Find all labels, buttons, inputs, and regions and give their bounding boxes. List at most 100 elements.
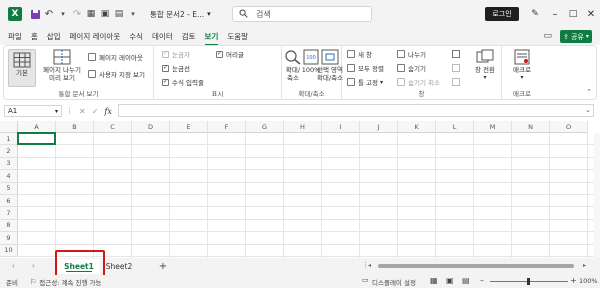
column-header-c[interactable]: C <box>94 121 132 133</box>
quick-access-icon-3[interactable]: ▤ <box>112 5 126 23</box>
formula-bar-checkbox[interactable]: ✓ 수식 입력줄 <box>162 77 204 87</box>
page-layout-status-icon[interactable]: ▣ <box>446 276 454 285</box>
hscroll-left-icon[interactable]: ◂ <box>368 262 371 269</box>
column-header-j[interactable]: J <box>360 121 398 133</box>
row-header-8[interactable]: 8 <box>0 219 18 233</box>
name-box[interactable]: A1 ▾ <box>4 105 62 117</box>
page-break-status-icon[interactable]: ▤ <box>462 276 470 285</box>
save-icon[interactable] <box>28 5 42 23</box>
tab-data[interactable]: 데이터 <box>152 31 173 42</box>
switch-windows-button[interactable]: 창 전환 ▾ <box>470 49 500 82</box>
sheet-tab-sheet2[interactable]: Sheet2 <box>102 259 136 274</box>
tab-insert[interactable]: 삽입 <box>47 31 61 42</box>
hscroll-right-icon[interactable]: ▸ <box>583 262 586 269</box>
page-layout-button[interactable]: 페이지 레이아웃 <box>88 52 143 62</box>
formula-input[interactable] <box>118 104 594 117</box>
tab-home[interactable]: 홈 <box>31 31 38 42</box>
column-header-e[interactable]: E <box>170 121 208 133</box>
vertical-scrollbar[interactable] <box>594 133 600 258</box>
freeze-panes-button[interactable]: 틀 고정 ▾ <box>347 77 383 87</box>
add-sheet-button[interactable]: + <box>156 259 170 274</box>
row-header-9[interactable]: 9 <box>0 232 18 245</box>
column-header-f[interactable]: F <box>208 121 246 133</box>
sync-scroll-icon[interactable] <box>452 64 460 72</box>
custom-views-button[interactable]: 사용자 지정 보기 <box>88 69 145 79</box>
collapse-ribbon-icon[interactable]: ⌃ <box>586 88 592 96</box>
gridlines-checkbox[interactable]: ✓ 눈금선 <box>162 63 190 73</box>
row-header-1[interactable]: 1 <box>0 133 18 146</box>
comment-icon[interactable]: ▭ <box>543 31 552 41</box>
tab-page-layout[interactable]: 페이지 레이아웃 <box>70 31 121 42</box>
row-header-2[interactable]: 2 <box>0 145 18 158</box>
macros-button[interactable]: 매크로 ▾ <box>508 49 536 82</box>
enter-icon[interactable]: ✓ <box>92 107 99 116</box>
tab-help[interactable]: 도움말 <box>227 31 248 42</box>
zoom-selection-button[interactable]: 선택 영역 확대/축소 <box>317 49 343 82</box>
column-header-i[interactable]: I <box>322 121 360 133</box>
accessibility-status[interactable]: 접근성: 계속 진행 가능 <box>39 277 101 287</box>
column-header-d[interactable]: D <box>132 121 170 133</box>
headings-checkbox[interactable]: ✓ 머리글 <box>216 49 244 59</box>
split-button[interactable]: 나누기 <box>397 49 426 59</box>
login-button[interactable]: 로그인 <box>485 7 519 21</box>
share-button[interactable]: ⇪ 공유 ▾ <box>560 30 592 43</box>
column-header-m[interactable]: M <box>474 121 512 133</box>
redo-icon[interactable]: ↷ <box>70 5 84 23</box>
tab-view[interactable]: 보기 <box>204 31 218 46</box>
hide-button[interactable]: 숨기기 <box>397 63 426 73</box>
search-box[interactable]: 검색 <box>232 6 372 22</box>
unhide-button[interactable]: 숨기기 취소 <box>397 77 440 87</box>
title-dropdown-icon[interactable]: ▾ <box>207 10 211 18</box>
row-header-7[interactable]: 7 <box>0 207 18 220</box>
normal-view-status-icon[interactable]: ▦ <box>430 276 438 285</box>
arrange-all-button[interactable]: 모두 정렬 <box>347 63 384 73</box>
undo-dropdown-icon[interactable]: ▾ <box>56 5 70 23</box>
display-settings-icon[interactable]: ▭ <box>362 276 369 284</box>
reset-position-icon[interactable] <box>452 78 460 86</box>
tab-file[interactable]: 파일 <box>8 31 22 42</box>
undo-icon[interactable]: ↶ <box>42 5 56 23</box>
quick-access-icon-2[interactable]: ▣ <box>98 5 112 23</box>
zoom-slider-thumb[interactable] <box>527 278 530 285</box>
tab-review[interactable]: 검토 <box>182 31 196 42</box>
expand-formula-icon[interactable]: ⌄ <box>585 106 591 114</box>
zoom-button[interactable]: 확대/ 축소 <box>284 49 302 82</box>
zoom-level[interactable]: 100% <box>579 277 598 285</box>
row-header-4[interactable]: 4 <box>0 170 18 183</box>
quick-access-icon-1[interactable]: ▦ <box>84 5 98 23</box>
column-header-l[interactable]: L <box>436 121 474 133</box>
row-header-6[interactable]: 6 <box>0 195 18 208</box>
pen-icon[interactable]: ✎ <box>524 4 546 24</box>
horizontal-scrollbar[interactable]: ◂ ▸ <box>368 262 586 270</box>
page-break-preview-button[interactable]: 페이지 나누기 미리 보기 <box>40 49 84 82</box>
row-header-10[interactable]: 10 <box>0 244 18 257</box>
hscroll-thumb[interactable] <box>378 264 574 268</box>
column-header-g[interactable]: G <box>246 121 284 133</box>
column-header-n[interactable]: N <box>512 121 550 133</box>
display-settings-label[interactable]: 디스플레이 설정 <box>372 277 416 287</box>
scroll-left-icon[interactable]: ‹ <box>12 262 15 270</box>
accessibility-icon[interactable]: ⚐ <box>30 278 36 286</box>
column-header-o[interactable]: O <box>550 121 588 133</box>
row-header-5[interactable]: 5 <box>0 182 18 195</box>
close-icon[interactable]: ✕ <box>580 4 600 24</box>
zoom-slider[interactable] <box>490 278 568 285</box>
tab-formulas[interactable]: 수식 <box>129 31 143 42</box>
row-header-3[interactable]: 3 <box>0 157 18 171</box>
customize-qat-icon[interactable]: ▾ <box>126 5 140 23</box>
zoom-in-icon[interactable]: + <box>570 276 577 285</box>
insert-function-icon[interactable]: fx <box>104 107 111 116</box>
side-by-side-icon[interactable] <box>452 50 460 58</box>
cancel-icon[interactable]: ✕ <box>79 107 86 116</box>
zoom-out-icon[interactable]: – <box>480 276 484 285</box>
new-window-button[interactable]: 새 창 <box>347 49 372 59</box>
scroll-right-icon[interactable]: › <box>32 262 35 270</box>
worksheet-grid[interactable]: A B C D E F G H I J K L M N O 1 2 3 4 5 6 7 8 9 10 <box>0 121 600 258</box>
normal-view-button[interactable]: 기본 <box>8 49 36 87</box>
column-header-b[interactable]: B <box>56 121 94 133</box>
formula-bar-more-icon[interactable]: ⋮ <box>66 107 73 115</box>
select-all-corner[interactable] <box>0 121 18 133</box>
column-header-k[interactable]: K <box>398 121 436 133</box>
ruler-checkbox[interactable]: ✓ 눈금자 <box>162 49 190 59</box>
active-cell-a1[interactable] <box>17 132 56 146</box>
